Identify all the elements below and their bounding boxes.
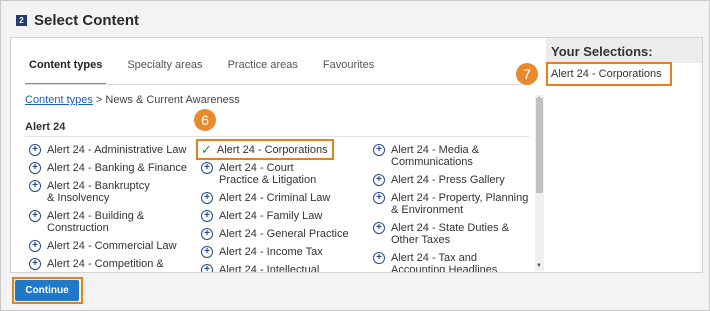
tabs-divider <box>25 84 530 85</box>
tab-practice-areas[interactable]: Practice areas <box>224 51 302 83</box>
selections-panel: Your Selections: Alert 24 - Corporations <box>546 38 702 272</box>
plus-circle-icon: + <box>201 162 213 174</box>
list-item[interactable]: + Alert 24 - Press Gallery <box>373 174 533 186</box>
content-column-3: + Alert 24 - Media & Communications + Aler… <box>373 144 533 272</box>
list-item[interactable]: + Alert 24 - Media & Communications <box>373 144 483 168</box>
selected-item-highlight <box>196 139 334 160</box>
plus-circle-icon: + <box>373 144 385 156</box>
panel-title: Select Content <box>34 11 140 29</box>
list-item[interactable]: + Alert 24 - Criminal Law <box>201 192 351 204</box>
step-number-badge: 2 <box>16 14 27 26</box>
section-divider <box>25 136 530 137</box>
list-item[interactable]: + Alert 24 - Court Practice & Litigation <box>201 162 331 186</box>
scroll-down-arrow-icon[interactable]: ▼ <box>536 263 542 269</box>
plus-circle-icon: + <box>373 174 385 186</box>
list-item[interactable]: + Alert 24 - Income Tax <box>201 246 351 258</box>
tab-content-types[interactable]: Content types <box>25 51 107 85</box>
selection-highlight <box>546 62 672 86</box>
tab-specialty-areas[interactable]: Specialty areas <box>123 51 206 83</box>
list-item[interactable]: + Alert 24 - General Practice <box>201 228 351 240</box>
panel-header: 2 Select Content <box>16 10 139 30</box>
list-item[interactable]: + Alert 24 - Commercial Law <box>29 240 199 252</box>
plus-circle-icon: + <box>29 144 41 156</box>
list-item[interactable]: + Alert 24 - Family Law <box>201 210 351 222</box>
plus-circle-icon: + <box>373 222 385 234</box>
content-column-1: + Alert 24 - Administrative Law + Alert 24… <box>29 144 199 270</box>
breadcrumb-current: > News & Current Awareness <box>92 94 240 106</box>
list-item[interactable]: + Alert 24 - State Duties & Other Taxes <box>373 222 531 246</box>
breadcrumb-link-content-types[interactable]: Content types <box>25 94 93 106</box>
plus-circle-icon: + <box>201 210 213 222</box>
list-item[interactable]: + Alert 24 - Property, Planning & Environ… <box>373 192 529 216</box>
content-tabs: Content types Specialty areas Practice a… <box>25 51 395 85</box>
plus-circle-icon: + <box>29 210 41 222</box>
plus-circle-icon: + <box>201 228 213 240</box>
scrollbar-thumb[interactable] <box>536 98 543 193</box>
breadcrumb: Content types > News & Current Awareness <box>25 94 240 106</box>
plus-circle-icon: + <box>29 240 41 252</box>
callout-badge-7: 7 <box>516 63 538 85</box>
callout-badge-6: 6 <box>194 109 216 131</box>
plus-circle-icon: + <box>29 180 41 192</box>
list-item[interactable]: + Alert 24 - Competition & <box>29 258 199 270</box>
continue-button[interactable]: Continue <box>15 280 79 301</box>
list-item[interactable]: + Alert 24 - Building & Construction <box>29 210 154 234</box>
list-item[interactable]: + Alert 24 - Administrative Law <box>29 144 199 156</box>
list-item[interactable]: + Alert 24 - Intellectual <box>201 264 351 272</box>
plus-circle-icon: + <box>201 192 213 204</box>
content-column-2: ✓ Alert 24 - Corporations + Alert 24 - Cou… <box>201 143 351 272</box>
plus-circle-icon: + <box>29 258 41 270</box>
list-item[interactable]: + Alert 24 - Bankruptcy & Insolvency <box>29 180 154 204</box>
tab-favourites[interactable]: Favourites <box>319 51 378 83</box>
plus-circle-icon: + <box>373 252 385 264</box>
plus-circle-icon: + <box>201 264 213 272</box>
section-title: Alert 24 <box>25 121 66 133</box>
plus-circle-icon: + <box>373 192 385 204</box>
content-dialog: Content types Specialty areas Practice a… <box>10 37 703 273</box>
plus-circle-icon: + <box>201 246 213 258</box>
list-item[interactable]: + Alert 24 - Tax and Accounting Headlines <box>373 252 531 272</box>
content-browser: Content types Specialty areas Practice a… <box>11 38 544 272</box>
list-item[interactable]: + Alert 24 - Banking & Finance <box>29 162 199 174</box>
plus-circle-icon: + <box>29 162 41 174</box>
selections-heading: Your Selections: <box>546 38 702 63</box>
